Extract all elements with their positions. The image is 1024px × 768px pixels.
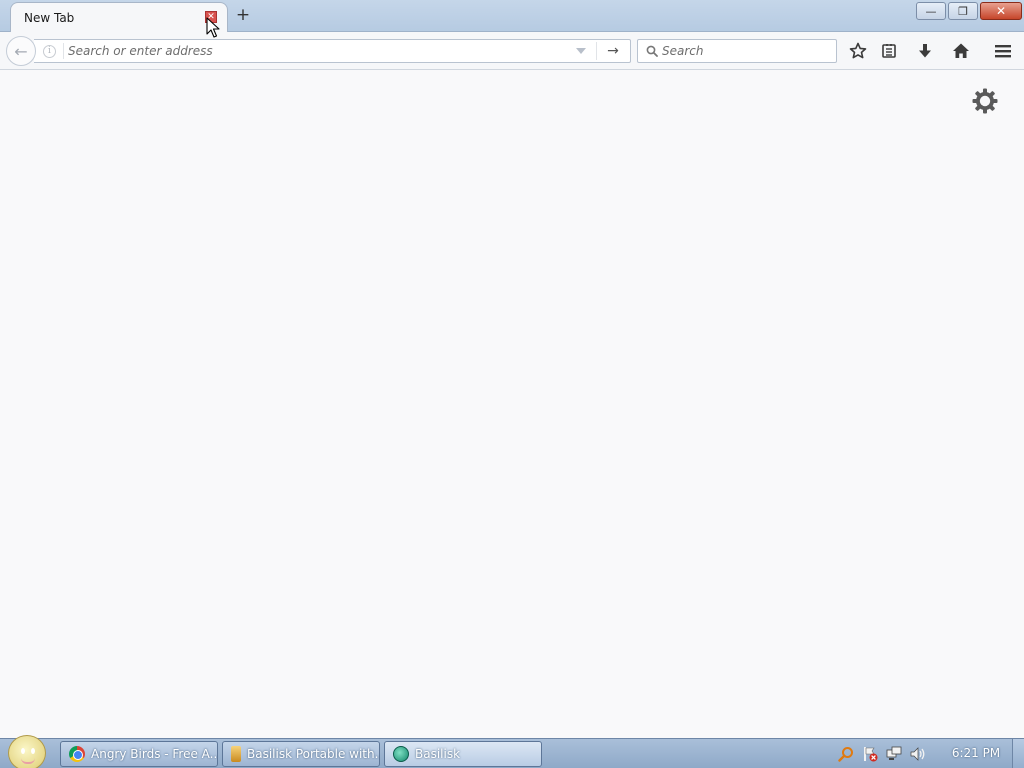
- info-icon[interactable]: i: [43, 45, 56, 58]
- show-desktop-button[interactable]: [1012, 739, 1024, 768]
- close-window-button[interactable]: ✕: [980, 2, 1022, 20]
- menu-icon: [995, 45, 1011, 58]
- star-icon: [849, 42, 867, 59]
- start-orb-eye: [31, 748, 35, 754]
- go-separator: [596, 42, 597, 60]
- new-tab-button[interactable]: +: [234, 6, 252, 24]
- volume-icon[interactable]: [910, 746, 926, 762]
- new-tab-page: [0, 71, 1024, 738]
- reading-list-icon: [882, 44, 896, 58]
- back-button[interactable]: ←: [6, 36, 36, 66]
- taskbar-item-basilisk-portable[interactable]: Basilisk Portable with...: [222, 741, 380, 767]
- taskbar-item-label: Angry Birds - Free A...: [91, 747, 218, 761]
- reading-list-button[interactable]: [878, 40, 900, 62]
- search-tool-icon[interactable]: [838, 746, 854, 762]
- new-tab-settings-button[interactable]: [970, 86, 1000, 116]
- basilisk-icon: [393, 746, 409, 762]
- home-icon: [953, 43, 969, 58]
- taskbar-item-label: Basilisk: [415, 747, 461, 761]
- minimize-button[interactable]: —: [916, 2, 946, 20]
- search-input[interactable]: [662, 42, 830, 60]
- downloads-button[interactable]: [914, 40, 936, 62]
- history-dropdown-icon[interactable]: [576, 48, 586, 54]
- system-tray: [838, 739, 926, 768]
- restore-button[interactable]: ❐: [948, 2, 978, 20]
- search-icon: [646, 45, 658, 57]
- nav-toolbar: i → ←: [0, 32, 1024, 70]
- start-orb-eye: [21, 748, 25, 754]
- tab-new-tab[interactable]: New Tab ✕: [10, 2, 228, 32]
- go-button[interactable]: →: [602, 41, 624, 61]
- search-bar[interactable]: [637, 39, 837, 63]
- taskbar-item-chrome[interactable]: Angry Birds - Free A...: [60, 741, 218, 767]
- clock[interactable]: 6:21 PM: [948, 746, 1004, 760]
- home-button[interactable]: [950, 40, 972, 62]
- tab-title: New Tab: [24, 10, 75, 25]
- title-bar: New Tab ✕ + — ❐ ✕: [0, 0, 1024, 32]
- url-separator: [63, 43, 64, 59]
- start-orb-mouth: [21, 758, 35, 764]
- menu-button[interactable]: [992, 40, 1014, 62]
- chrome-icon: [69, 746, 85, 762]
- taskbar: Angry Birds - Free A... Basilisk Portabl…: [0, 735, 1024, 768]
- gear-icon: [972, 88, 998, 114]
- window-controls: — ❐ ✕: [916, 2, 1022, 20]
- download-icon: [919, 44, 931, 58]
- taskbar-item-label: Basilisk Portable with...: [247, 747, 380, 761]
- mouse-cursor-icon: [206, 17, 220, 38]
- action-center-icon[interactable]: [862, 746, 878, 762]
- address-input[interactable]: [68, 42, 568, 60]
- portable-app-icon: [231, 746, 241, 762]
- url-bar[interactable]: i →: [34, 39, 631, 63]
- taskbar-item-basilisk[interactable]: Basilisk: [384, 741, 542, 767]
- start-button[interactable]: [8, 735, 46, 768]
- network-icon[interactable]: [886, 746, 902, 762]
- bookmark-star-button[interactable]: [847, 40, 869, 62]
